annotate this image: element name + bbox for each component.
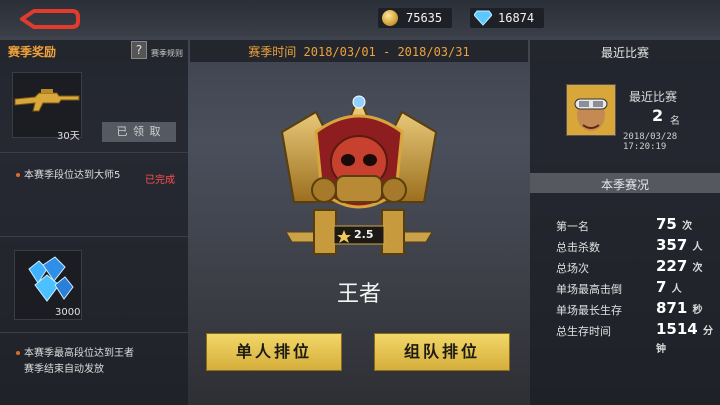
divider <box>0 152 188 153</box>
reward2-task-line2: 赛季结束自动发放 <box>24 364 104 375</box>
reward1-status: 已完成 <box>145 175 175 186</box>
season-time: 赛季时间 2018/03/01 - 2018/03/31 <box>248 45 470 59</box>
badge-stars: 2.5 <box>354 228 374 241</box>
stat-label: 单场最长生存 <box>556 304 622 317</box>
bullet-icon <box>16 351 20 355</box>
top-bar <box>0 0 720 36</box>
recent-title: 最近比赛 <box>600 46 649 60</box>
reward-rifle-slot[interactable]: 30天 <box>12 72 82 142</box>
rank-name: 王者 <box>336 282 381 307</box>
stat-unit: 次 <box>692 263 703 274</box>
stat-label: 总场次 <box>556 262 589 275</box>
stat-value: 227 次 <box>656 257 703 275</box>
reward1-task: 本赛季段位达到大师5 <box>16 168 120 184</box>
stat-label: 单场最高击倒 <box>556 283 622 296</box>
stat-unit: 秒 <box>692 305 703 316</box>
reward-diamond-slot[interactable]: 3000 <box>14 250 82 320</box>
stat-number: 357 <box>656 236 688 254</box>
reward2-task-line1: 本赛季最高段位达到王者 <box>24 348 134 359</box>
bullet-icon <box>16 173 20 177</box>
recent-rank: 2 <box>652 106 664 125</box>
stat-number: 871 <box>656 299 688 317</box>
rules-button[interactable]: ? <box>131 41 147 59</box>
recent-rank-unit: 名 <box>670 116 680 127</box>
coin-icon <box>382 10 398 26</box>
reward-rifle-qty: 30天 <box>57 131 80 142</box>
stat-unit: 次 <box>682 221 693 232</box>
recent-match-label: 最近比赛 <box>629 90 678 104</box>
rules-label[interactable]: 赛季规则 <box>151 48 183 59</box>
stat-value: 871 秒 <box>656 299 703 317</box>
divider <box>0 332 188 333</box>
stat-label: 第一名 <box>556 220 589 233</box>
team-rank-button[interactable]: 组队排位 <box>374 333 510 371</box>
rewards-title: 赛季奖励 <box>8 45 57 59</box>
recent-match-time: 2018/03/28 17:20:19 <box>623 132 678 152</box>
stat-number: 7 <box>656 278 667 296</box>
stats-title: 本季赛况 <box>600 178 649 192</box>
claimed-button[interactable]: 已 领 取 <box>102 122 176 142</box>
stat-number: 75 <box>656 215 677 233</box>
divider <box>0 236 188 237</box>
diamond-pile-icon <box>28 256 74 302</box>
diamond-icon <box>474 10 492 26</box>
solo-rank-button[interactable]: 单人排位 <box>206 333 342 371</box>
stat-value: 7 人 <box>656 278 682 296</box>
gold-rifle-icon <box>14 89 80 112</box>
reward2-task: 本赛季最高段位达到王者 赛季结束自动发放 <box>16 346 134 378</box>
stat-label: 总击杀数 <box>556 241 600 254</box>
diamond-counter: 16874 <box>470 8 545 28</box>
avatar[interactable] <box>566 84 616 136</box>
stat-number: 1514 <box>656 320 698 338</box>
reward1-task-text: 本赛季段位达到大师5 <box>24 170 121 181</box>
stat-value: 1514 分钟 <box>656 320 720 356</box>
player-avatar-icon <box>567 85 615 135</box>
stat-unit: 人 <box>692 242 703 253</box>
back-arrow-icon <box>20 9 80 29</box>
stat-value: 75 次 <box>656 215 692 233</box>
stat-label: 总生存时间 <box>556 325 611 338</box>
coin-counter: 75635 <box>378 8 453 28</box>
stat-unit: 人 <box>671 284 682 295</box>
reward-diamond-qty: 3000 <box>55 307 81 318</box>
back-button[interactable] <box>18 8 80 30</box>
stat-value: 357 人 <box>656 236 703 254</box>
stat-number: 227 <box>656 257 688 275</box>
